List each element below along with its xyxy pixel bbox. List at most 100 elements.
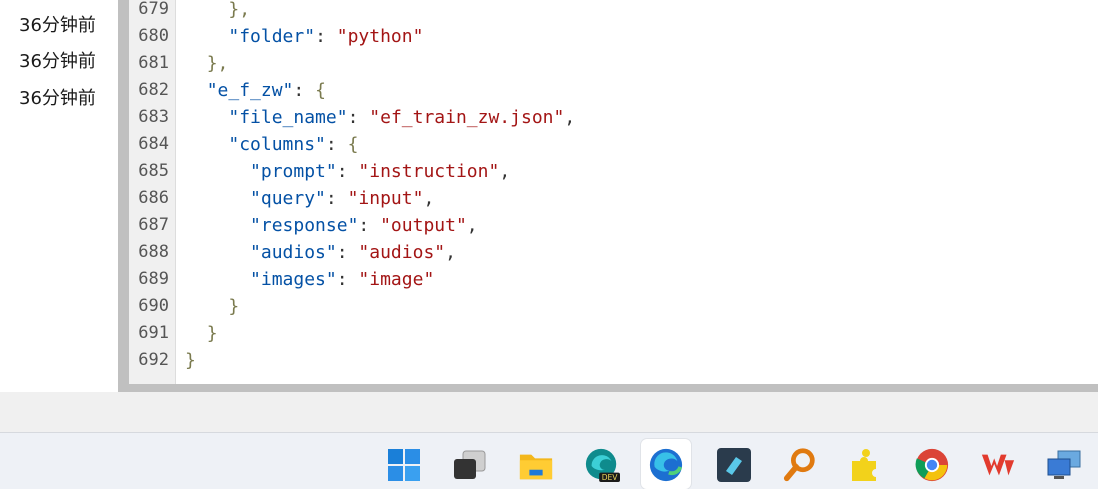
code-token: ,	[423, 188, 435, 209]
code-token: "response"	[250, 215, 359, 236]
code-line[interactable]: 684 "columns": {	[129, 131, 1098, 158]
line-number: 687	[138, 215, 169, 235]
code-app-icon[interactable]	[716, 447, 752, 483]
code-editor[interactable]: 679 }, 680 "folder": "python" 681 }, 682 "e…	[129, 0, 1098, 384]
code-token: "input"	[347, 188, 424, 209]
wps-icon[interactable]	[980, 447, 1016, 483]
line-number: 692	[138, 350, 169, 370]
line-number: 679	[138, 0, 169, 19]
code-token: "output"	[380, 215, 467, 236]
line-number: 689	[138, 269, 169, 289]
line-number: 684	[138, 134, 169, 154]
code-token: :	[325, 134, 348, 155]
code-token: {	[347, 134, 359, 155]
code-token: :	[336, 269, 359, 290]
line-number: 683	[138, 107, 169, 127]
code-token: }	[185, 350, 196, 371]
file-explorer-icon[interactable]	[518, 447, 554, 483]
code-line[interactable]: 691 }	[129, 320, 1098, 347]
code-token: "columns"	[228, 134, 326, 155]
code-token: "python"	[336, 26, 424, 47]
code-line[interactable]: 681 },	[129, 50, 1098, 77]
code-text: "folder": "python"	[185, 23, 423, 50]
code-line[interactable]: 690 }	[129, 293, 1098, 320]
code-token: :	[325, 188, 348, 209]
chrome-icon[interactable]	[914, 447, 950, 483]
code-line[interactable]: 692}	[129, 347, 1098, 374]
code-token: {	[315, 80, 326, 101]
code-token: "ef_train_zw.json"	[369, 107, 565, 128]
edge-dev-icon[interactable]: DEV	[584, 447, 620, 483]
code-token: :	[293, 80, 316, 101]
code-text: "prompt": "instruction",	[185, 158, 510, 185]
code-token: :	[315, 26, 337, 47]
code-token: "query"	[250, 188, 326, 209]
search-magnifier-icon[interactable]	[782, 447, 818, 483]
code-text: "audios": "audios",	[185, 239, 456, 266]
code-token: "audios"	[250, 242, 337, 263]
code-text: },	[185, 50, 229, 77]
code-token: :	[358, 215, 381, 236]
windows-start-icon[interactable]	[386, 447, 422, 483]
code-text: "file_name": "ef_train_zw.json",	[185, 104, 575, 131]
code-token: ,	[499, 161, 511, 182]
line-number: 688	[138, 242, 169, 262]
code-token: "images"	[250, 269, 337, 290]
code-text: },	[185, 0, 250, 23]
code-token: "audios"	[358, 242, 446, 263]
line-number: 681	[138, 53, 169, 73]
code-text: "images": "image"	[185, 266, 434, 293]
code-token: "file_name"	[228, 107, 348, 128]
line-number: 680	[138, 26, 169, 46]
code-line[interactable]: 689 "images": "image"	[129, 266, 1098, 293]
code-token: "e_f_zw"	[206, 80, 294, 101]
remote-desktop-icon[interactable]	[1046, 447, 1082, 483]
taskbar: DEV	[0, 432, 1098, 489]
line-number: 685	[138, 161, 169, 181]
edge-icon[interactable]	[648, 447, 684, 483]
code-token: "image"	[358, 269, 435, 290]
history-panel: 36分钟前 36分钟前 36分钟前	[0, 0, 118, 392]
code-token: "instruction"	[358, 161, 500, 182]
code-token: }	[206, 323, 218, 344]
code-token: ,	[466, 215, 478, 236]
code-text: "columns": {	[185, 131, 358, 158]
status-area	[0, 392, 1098, 432]
code-text: "query": "input",	[185, 185, 434, 212]
code-line[interactable]: 682 "e_f_zw": {	[129, 77, 1098, 104]
code-token: "prompt"	[250, 161, 337, 182]
timestamp: 36分钟前	[19, 15, 96, 36]
line-number: 691	[138, 323, 169, 343]
code-token: :	[336, 242, 359, 263]
code-line[interactable]: 687 "response": "output",	[129, 212, 1098, 239]
code-line[interactable]: 685 "prompt": "instruction",	[129, 158, 1098, 185]
code-text: }	[185, 293, 239, 320]
code-token: "folder"	[228, 26, 316, 47]
line-number: 686	[138, 188, 169, 208]
line-number: 690	[138, 296, 169, 316]
code-token: :	[347, 107, 370, 128]
code-token: ,	[564, 107, 576, 128]
code-token: ,	[445, 242, 456, 263]
puzzle-app-icon[interactable]	[848, 447, 884, 483]
task-view-icon[interactable]	[451, 447, 487, 483]
code-line[interactable]: 680 "folder": "python"	[129, 23, 1098, 50]
code-line[interactable]: 679 },	[129, 0, 1098, 23]
code-token: },	[206, 53, 229, 74]
code-line[interactable]: 683 "file_name": "ef_train_zw.json",	[129, 104, 1098, 131]
code-line[interactable]: 688 "audios": "audios",	[129, 239, 1098, 266]
code-token: }	[228, 296, 240, 317]
code-line[interactable]: 686 "query": "input",	[129, 185, 1098, 212]
dev-badge: DEV	[602, 473, 619, 482]
code-text: }	[185, 347, 196, 374]
